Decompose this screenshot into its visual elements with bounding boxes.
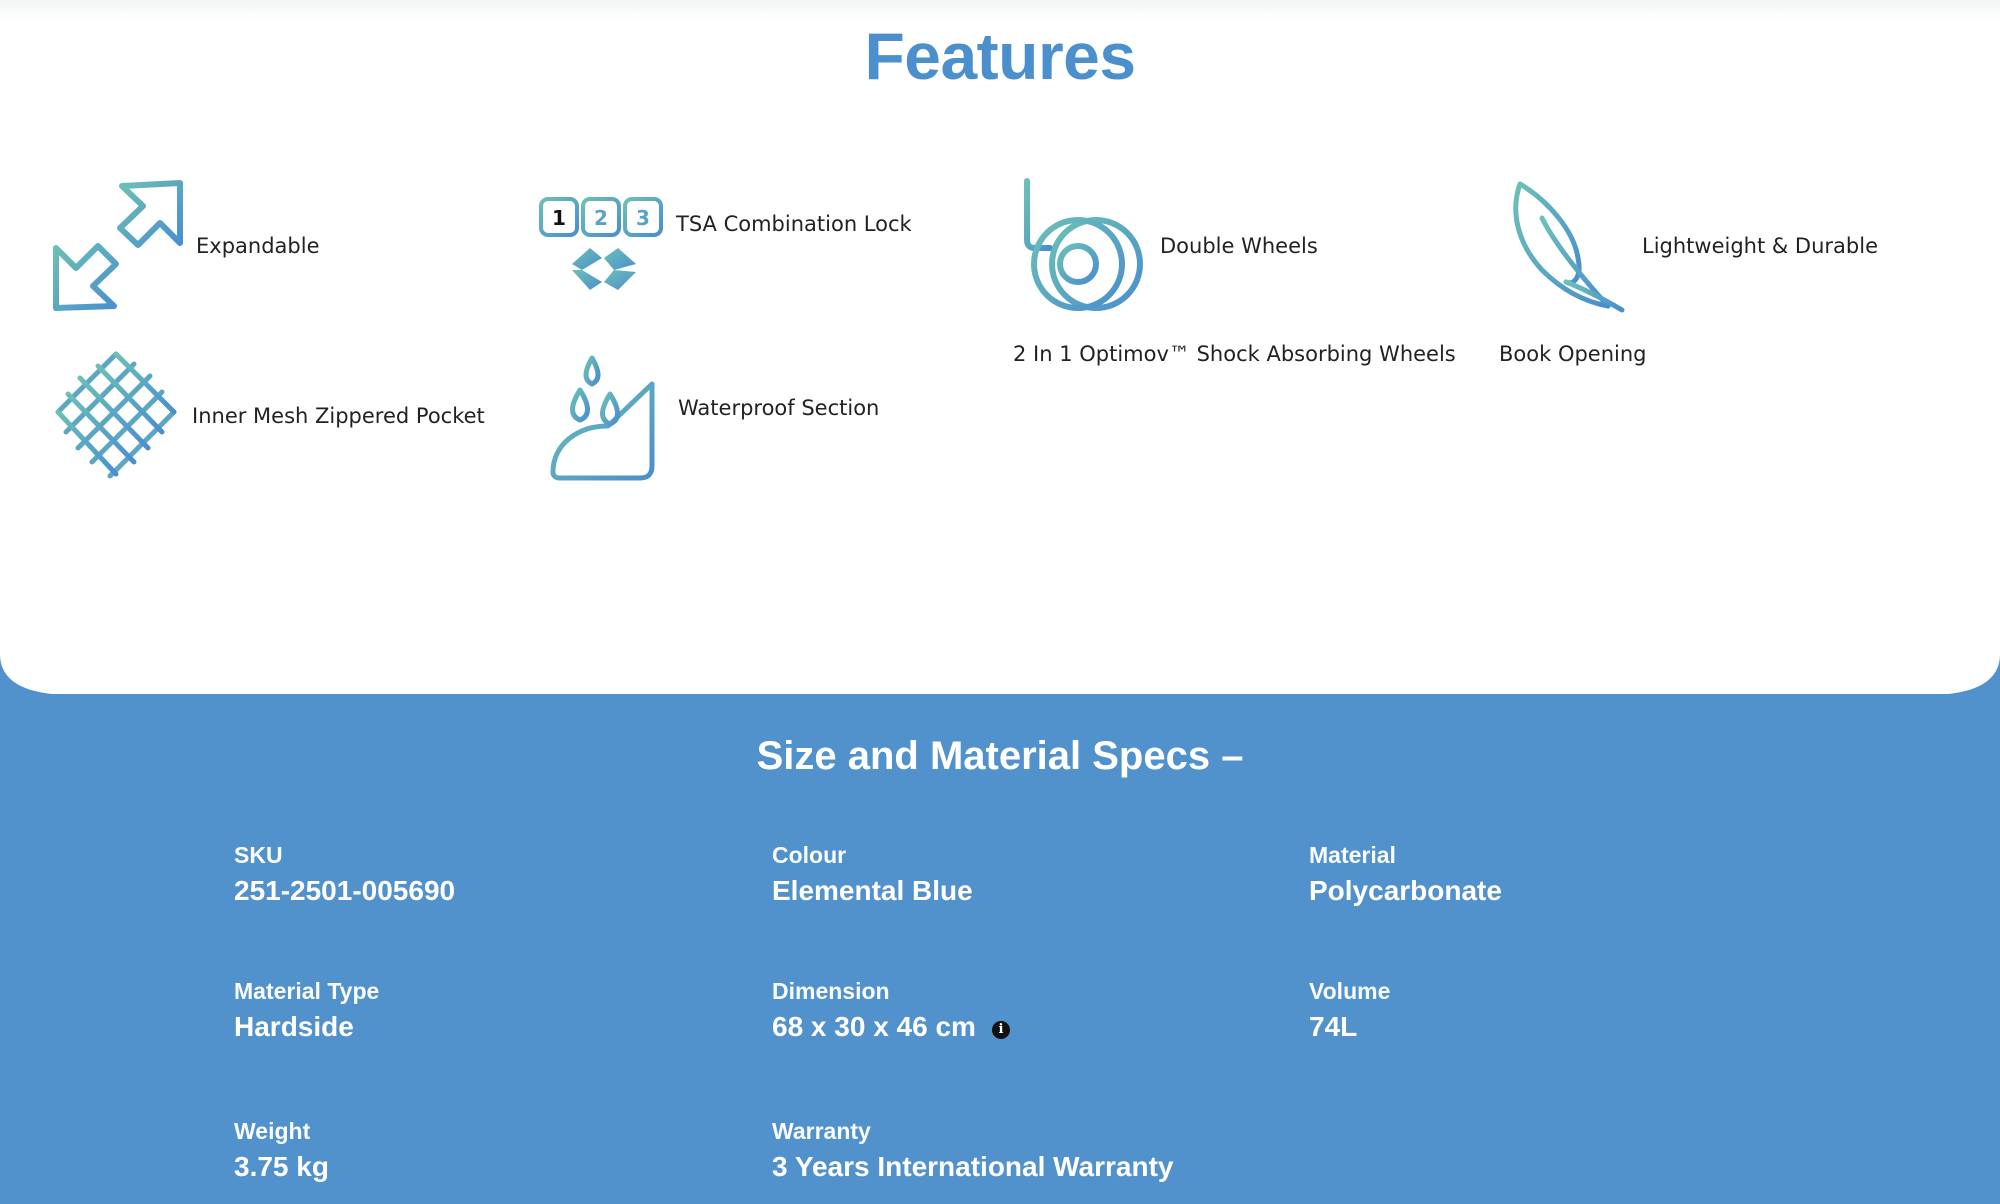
mesh-pocket-icon [55, 351, 177, 479]
spec-label: Colour [772, 842, 847, 868]
spec-value: Elemental Blue [772, 875, 973, 906]
spec-material: Material Polycarbonate [1309, 842, 1502, 907]
feature-label: Inner Mesh Zippered Pocket [192, 404, 485, 428]
spec-value: 3.75 kg [234, 1151, 329, 1182]
feature-label: Lightweight & Durable [1642, 234, 1879, 258]
feature-label: TSA Combination Lock [676, 212, 912, 236]
spec-label: Material Type [234, 978, 380, 1004]
spec-value: 3 Years International Warranty [772, 1151, 1174, 1182]
spec-sku: SKU 251-2501-005690 [234, 842, 455, 907]
spec-value: Polycarbonate [1309, 875, 1502, 906]
spec-label: SKU [234, 842, 283, 868]
feature-label: Waterproof Section [678, 396, 880, 420]
spec-volume: Volume 74L [1309, 978, 1390, 1043]
product-features-page: Features Expandable 1 2 3 TSA Combinatio… [0, 0, 2000, 1204]
specs-heading[interactable]: Size and Material Specs – [0, 734, 2000, 779]
feature-double-wheels: Double Wheels [1022, 178, 1318, 314]
expand-arrows-icon [53, 180, 183, 311]
feature-mesh-pocket: Inner Mesh Zippered Pocket [50, 350, 485, 482]
spec-label: Warranty [772, 1118, 871, 1144]
spec-warranty: Warranty 3 Years International Warranty [772, 1118, 1174, 1183]
spec-value: 68 x 30 x 46 cm [772, 1011, 976, 1042]
feature-lightweight: Lightweight & Durable [1512, 178, 1878, 314]
spec-value: 74L [1309, 1011, 1358, 1042]
top-divider [0, 0, 2000, 20]
feature-label: Double Wheels [1160, 234, 1318, 258]
feather-icon [1513, 181, 1625, 313]
feature-book-opening: Book Opening [1499, 342, 1647, 366]
spec-label: Weight [234, 1118, 311, 1144]
feature-label: Expandable [196, 234, 320, 258]
lock-digit: 3 [636, 206, 650, 230]
info-icon[interactable]: i [991, 1020, 1010, 1039]
feature-waterproof: Waterproof Section [548, 354, 879, 482]
waterproof-icon [550, 355, 655, 481]
spec-dimension: Dimension 68 x 30 x 46 cm i [772, 978, 1010, 1043]
specs-curve [0, 654, 2000, 696]
lock-digit: 1 [552, 206, 566, 230]
spec-weight: Weight 3.75 kg [234, 1118, 329, 1183]
spec-label: Dimension [772, 978, 890, 1004]
tsa-lock-icon: 1 2 3 [539, 197, 663, 290]
spec-value: Hardside [234, 1011, 354, 1042]
spec-colour: Colour Elemental Blue [772, 842, 973, 907]
feature-shock-absorbing-wheels: 2 In 1 Optimov™ Shock Absorbing Wheels [1013, 342, 1456, 366]
feature-tsa-lock: 1 2 3 TSA Combination Lock [538, 196, 912, 292]
spec-label: Volume [1309, 978, 1391, 1004]
specs-section: Size and Material Specs – SKU 251-2501-0… [0, 694, 2000, 1204]
feature-expandable: Expandable [50, 178, 320, 314]
features-heading: Features [864, 19, 1136, 93]
spec-material-type: Material Type Hardside [234, 978, 379, 1043]
double-wheels-icon [1024, 178, 1143, 311]
lock-digit: 2 [594, 206, 608, 230]
spec-value: 251-2501-005690 [234, 875, 456, 906]
spec-label: Material [1309, 842, 1396, 868]
